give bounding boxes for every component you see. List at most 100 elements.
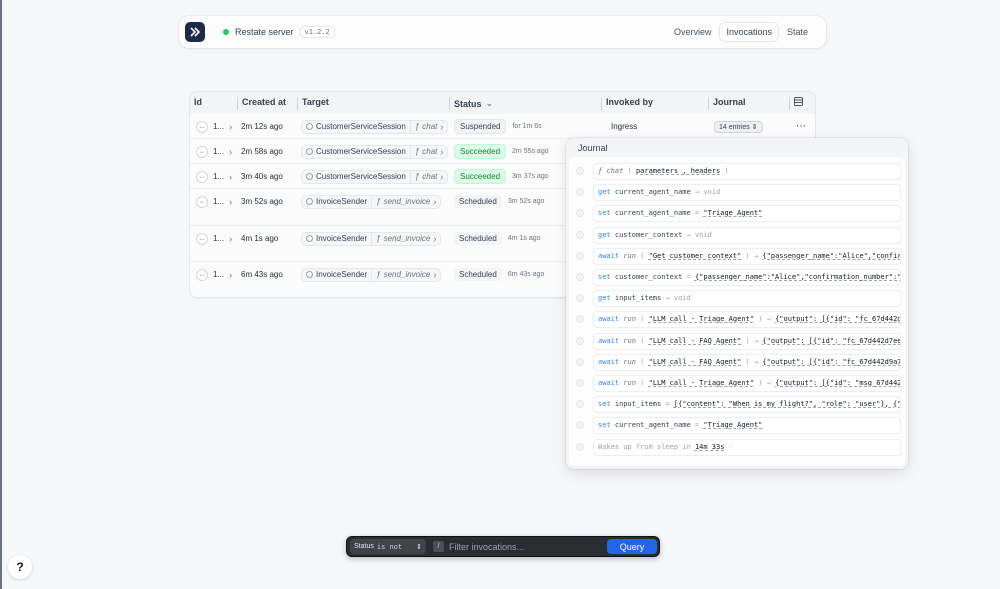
- journal-entry-text: ƒ chat ( parameters , headers ): [593, 163, 901, 180]
- entry-status-dot: [576, 273, 584, 281]
- journal-entry[interactable]: ƒ chat ( parameters , headers ): [569, 163, 905, 180]
- row-id-text: 1...: [213, 197, 225, 206]
- target-handler: chat: [422, 147, 438, 156]
- journal-entry[interactable]: await run ( "LLM call - Triage Agent" ) …: [569, 375, 905, 392]
- row-id[interactable]: ↔ 1... ›: [196, 262, 232, 287]
- journal-entry-text: await run ( "Get customer context" ) → {…: [593, 247, 901, 265]
- status-badge: Succeeded: [454, 169, 507, 184]
- chevron-right-icon: ›: [229, 146, 233, 157]
- row-status: Succeeded 2m 55s ago: [454, 139, 549, 164]
- target-service: CustomerServiceSession: [316, 122, 406, 131]
- row-id[interactable]: ↔ 1... ›: [196, 114, 232, 139]
- journal-entry[interactable]: Wakes up from sleep in 14m 33s -: [569, 438, 905, 456]
- nav-state[interactable]: State: [781, 23, 814, 41]
- service-icon: [306, 148, 313, 155]
- journal-entry[interactable]: set current_agent_name = "Triage Agent": [569, 417, 905, 435]
- status-badge: Suspended: [454, 119, 507, 134]
- row-target[interactable]: CustomerServiceSession ƒ chat ›: [301, 114, 449, 139]
- filter-invocations-input[interactable]: [449, 541, 607, 552]
- target-handler: send_invoice: [383, 270, 431, 279]
- target-chip[interactable]: InvoiceSender ƒ send_invoice ›: [301, 194, 442, 209]
- row-id[interactable]: ↔ 1... ›: [196, 189, 232, 214]
- top-bar: Restate server v1.2.2 Overview Invocatio…: [179, 16, 826, 48]
- journal-entry[interactable]: await run ( "LLM call - FAQ Agent" ) → {…: [569, 332, 905, 350]
- target-chip[interactable]: InvoiceSender ƒ send_invoice ›: [301, 231, 442, 246]
- journal-entry[interactable]: set customer_context = {"passenger_name"…: [569, 269, 905, 286]
- table-header: Id Created at Target Status ⌄ Invoked by…: [190, 92, 815, 114]
- journal-entry-text: set current_agent_name = "Triage Agent": [593, 205, 901, 223]
- column-journal[interactable]: Journal: [708, 97, 746, 110]
- journal-entry-text: Wakes up from sleep in 14m 33s -: [593, 438, 901, 456]
- slash-shortcut-icon: /: [433, 541, 444, 552]
- chevron-right-icon: ›: [229, 196, 233, 207]
- server-name: Restate server: [235, 27, 294, 37]
- entry-status-dot: [576, 336, 584, 345]
- row-id-text: 1...: [213, 234, 225, 243]
- row-target[interactable]: CustomerServiceSession ƒ chat ›: [301, 139, 449, 164]
- invocation-link-icon: ↔: [196, 195, 208, 208]
- journal-entry[interactable]: set input_items = [{"content": "When is …: [569, 396, 905, 414]
- column-created-at[interactable]: Created at: [237, 97, 286, 110]
- journal-entry[interactable]: await run ( "LLM call - Triage Agent" ) …: [569, 311, 905, 329]
- chevron-right-icon: ›: [440, 121, 444, 132]
- journal-entry-text: await run ( "LLM call - Triage Agent" ) …: [593, 375, 901, 392]
- entry-status-dot: [576, 379, 584, 387]
- columns-settings-icon[interactable]: [789, 97, 803, 110]
- entry-status-dot: [576, 188, 584, 197]
- journal-entry[interactable]: get input_items → void: [569, 290, 905, 308]
- help-button[interactable]: ?: [8, 555, 32, 579]
- table-row[interactable]: ↔ 1... › 2m 12s ago CustomerServiceSession ƒ c…: [190, 114, 815, 139]
- row-invoked-by: Ingress: [611, 122, 638, 131]
- journal-entries-button[interactable]: 14 entries ⇕: [714, 120, 763, 133]
- row-journal[interactable]: 14 entries ⇕: [714, 114, 763, 139]
- row-more-icon[interactable]: ⋯: [796, 114, 806, 139]
- target-chip[interactable]: CustomerServiceSession ƒ chat ›: [301, 144, 449, 159]
- target-chip[interactable]: InvoiceSender ƒ send_invoice ›: [301, 267, 442, 282]
- journal-title: Journal: [578, 143, 608, 153]
- row-created-at: 3m 40s ago: [241, 172, 283, 181]
- chevron-right-icon: ›: [229, 121, 233, 132]
- function-icon: ƒ: [376, 234, 381, 243]
- invocation-link-icon: ↔: [196, 268, 208, 281]
- column-id[interactable]: Id: [190, 97, 202, 110]
- query-button[interactable]: Query: [607, 539, 657, 554]
- column-status[interactable]: Status ⌄: [449, 97, 493, 110]
- target-service: InvoiceSender: [316, 270, 368, 279]
- journal-entry[interactable]: await run ( "Get customer context" ) → {…: [569, 247, 905, 265]
- row-target[interactable]: InvoiceSender ƒ send_invoice ›: [301, 226, 442, 251]
- service-icon: [306, 123, 313, 130]
- row-target[interactable]: InvoiceSender ƒ send_invoice ›: [301, 262, 442, 287]
- journal-entry[interactable]: get customer_context → void: [569, 226, 905, 244]
- status-time: 2m 55s ago: [512, 148, 549, 155]
- invocation-link-icon: ↔: [196, 170, 208, 183]
- row-status: Succeeded 3m 37s ago: [454, 164, 549, 189]
- row-target[interactable]: InvoiceSender ƒ send_invoice ›: [301, 189, 442, 214]
- restate-logo[interactable]: [185, 22, 205, 42]
- row-created-at: 3m 52s ago: [241, 197, 283, 206]
- journal-entry[interactable]: get current_agent_name → void: [569, 184, 905, 202]
- target-service: InvoiceSender: [316, 234, 368, 243]
- target-chip[interactable]: CustomerServiceSession ƒ chat ›: [301, 119, 449, 134]
- row-id[interactable]: ↔ 1... ›: [196, 164, 232, 189]
- status-filter-chip[interactable]: Status is not ⇕: [350, 539, 426, 554]
- chevron-right-icon: ›: [440, 146, 444, 157]
- row-id[interactable]: ↔ 1... ›: [196, 139, 232, 164]
- invocation-link-icon: ↔: [196, 145, 208, 158]
- journal-entry[interactable]: set current_agent_name = "Triage Agent": [569, 205, 905, 223]
- row-target[interactable]: CustomerServiceSession ƒ chat ›: [301, 164, 449, 189]
- nav-overview[interactable]: Overview: [668, 23, 718, 41]
- journal-entry-text: get customer_context → void: [593, 226, 901, 244]
- row-status: Scheduled 3m 52s ago: [454, 189, 544, 214]
- service-icon: [306, 173, 313, 180]
- row-status: Scheduled 6m 43s ago: [454, 262, 544, 287]
- target-service: CustomerServiceSession: [316, 172, 406, 181]
- nav-invocations[interactable]: Invocations: [719, 22, 779, 42]
- column-target[interactable]: Target: [297, 97, 329, 110]
- journal-entry-text: await run ( "LLM call - FAQ Agent" ) → {…: [593, 332, 901, 350]
- chevron-right-icon: ›: [433, 196, 437, 207]
- target-chip[interactable]: CustomerServiceSession ƒ chat ›: [301, 169, 449, 184]
- column-invoked-by[interactable]: Invoked by: [601, 97, 653, 110]
- entry-status-dot: [576, 251, 584, 260]
- row-id[interactable]: ↔ 1... ›: [196, 226, 232, 251]
- journal-entry[interactable]: await run ( "LLM call - FAQ Agent" ) → {…: [569, 353, 905, 371]
